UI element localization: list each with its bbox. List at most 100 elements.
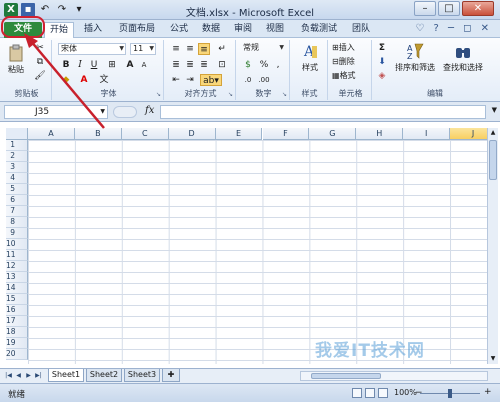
first-sheet-icon[interactable]: |◀: [4, 371, 13, 381]
font-dialog-launcher-icon[interactable]: ↘: [156, 91, 161, 98]
clear-icon[interactable]: ◈: [376, 70, 388, 82]
zoom-in-icon[interactable]: +: [484, 387, 492, 397]
select-all-button[interactable]: [6, 128, 28, 140]
next-sheet-icon[interactable]: ▶: [24, 371, 33, 381]
worksheet-grid[interactable]: ABCDEFGHIJ 1 2 3 4 5 6 7 8 9 10 11 12 13 14 15 16 17 18 19…: [6, 128, 487, 364]
help-and-window-icons[interactable]: ♡ ? ─ ◻ ✕: [415, 23, 492, 34]
font-name-combo[interactable]: 宋体 ▼: [58, 43, 126, 55]
orientation-icon[interactable]: ab▾: [200, 74, 222, 86]
middle-align-icon[interactable]: ≡: [184, 43, 196, 55]
row-header[interactable]: 20: [6, 349, 28, 360]
tab-insert[interactable]: 插入: [78, 22, 108, 38]
sheet-tab-sheet2[interactable]: Sheet2: [86, 369, 122, 382]
autosum-icon[interactable]: Σ: [376, 42, 388, 54]
zoom-slider-knob[interactable]: [448, 389, 452, 398]
decrease-decimal-icon[interactable]: .00: [258, 74, 270, 86]
insert-sheet-icon[interactable]: ✚: [162, 369, 180, 382]
tab-page-layout[interactable]: 页面布局: [112, 22, 162, 38]
phonetic-icon[interactable]: 文: [98, 74, 110, 86]
merge-center-icon[interactable]: ⊡: [216, 59, 228, 71]
find-select-button[interactable]: 查找和选择: [440, 42, 486, 73]
align-left-icon[interactable]: ≣: [170, 59, 182, 71]
increase-decimal-icon[interactable]: .0: [242, 74, 254, 86]
column-header[interactable]: H: [356, 128, 404, 140]
scroll-thumb[interactable]: [489, 140, 497, 180]
row-header[interactable]: 18: [6, 327, 28, 338]
row-header[interactable]: 4: [6, 173, 28, 184]
number-dialog-launcher-icon[interactable]: ↘: [282, 91, 287, 98]
fill-color-icon[interactable]: ◆: [60, 74, 72, 86]
horizontal-scrollbar[interactable]: [300, 371, 488, 381]
maximize-button[interactable]: □: [438, 1, 460, 16]
column-header[interactable]: G: [309, 128, 357, 140]
column-header[interactable]: B: [74, 128, 122, 140]
expand-formula-bar-icon[interactable]: ▼: [492, 106, 497, 114]
insert-function-button[interactable]: fx: [145, 105, 154, 116]
shrink-font-icon[interactable]: A: [138, 59, 150, 71]
formula-input[interactable]: [160, 105, 486, 119]
top-align-icon[interactable]: ≡: [170, 43, 182, 55]
column-header[interactable]: C: [121, 128, 169, 140]
cut-icon[interactable]: ✂: [34, 42, 46, 54]
tab-formulas[interactable]: 公式: [164, 22, 194, 38]
underline-button[interactable]: U: [88, 59, 100, 71]
page-break-view-icon[interactable]: [378, 388, 388, 398]
align-right-icon[interactable]: ≣: [198, 59, 210, 71]
tab-home[interactable]: 开始: [44, 22, 74, 38]
row-header[interactable]: 15: [6, 294, 28, 305]
scroll-up-icon[interactable]: ▲: [488, 128, 498, 138]
fill-icon[interactable]: ⬇: [376, 56, 388, 68]
tab-data[interactable]: 数据: [196, 22, 226, 38]
row-header[interactable]: 3: [6, 162, 28, 173]
formula-cancel-enter-buttons[interactable]: [113, 106, 137, 118]
row-header[interactable]: 10: [6, 239, 28, 250]
currency-icon[interactable]: $: [242, 59, 254, 71]
row-header[interactable]: 19: [6, 338, 28, 349]
increase-indent-icon[interactable]: ⇥: [184, 74, 196, 86]
prev-sheet-icon[interactable]: ◀: [14, 371, 23, 381]
horizontal-scroll-thumb[interactable]: [311, 373, 381, 379]
page-layout-view-icon[interactable]: [365, 388, 375, 398]
wrap-text-icon[interactable]: ↵: [216, 43, 228, 55]
column-header[interactable]: D: [168, 128, 216, 140]
grow-font-icon[interactable]: A: [124, 59, 136, 71]
sheet-tab-sheet1[interactable]: Sheet1: [48, 369, 84, 382]
tab-load-test[interactable]: 负载测试: [294, 22, 344, 38]
row-header[interactable]: 13: [6, 272, 28, 283]
bottom-align-icon[interactable]: ≡: [198, 43, 210, 55]
column-header[interactable]: I: [403, 128, 451, 140]
percent-icon[interactable]: %: [258, 59, 270, 71]
row-header[interactable]: 5: [6, 184, 28, 195]
tab-view[interactable]: 视图: [260, 22, 290, 38]
row-header[interactable]: 12: [6, 261, 28, 272]
paste-button[interactable]: 粘贴: [4, 44, 28, 75]
insert-cells-button[interactable]: ⊞插入: [332, 42, 355, 54]
row-header[interactable]: 6: [6, 195, 28, 206]
bold-button[interactable]: B: [60, 59, 72, 71]
row-header[interactable]: 1: [6, 140, 28, 151]
normal-view-icon[interactable]: [352, 388, 362, 398]
vertical-scrollbar[interactable]: ▲ ▼: [487, 128, 498, 364]
font-color-icon[interactable]: A: [78, 74, 90, 86]
tab-team[interactable]: 团队: [346, 22, 376, 38]
row-header[interactable]: 11: [6, 250, 28, 261]
column-header[interactable]: J: [450, 128, 487, 140]
row-header[interactable]: 17: [6, 316, 28, 327]
tab-review[interactable]: 审阅: [228, 22, 258, 38]
delete-cells-button[interactable]: ⊟删除: [332, 56, 355, 68]
minimize-button[interactable]: –: [414, 1, 436, 16]
row-header[interactable]: 14: [6, 283, 28, 294]
copy-icon[interactable]: ⧉: [34, 56, 46, 68]
alignment-dialog-launcher-icon[interactable]: ↘: [228, 91, 233, 98]
column-header[interactable]: E: [215, 128, 263, 140]
sheet-tab-sheet3[interactable]: Sheet3: [124, 369, 160, 382]
row-header[interactable]: 7: [6, 206, 28, 217]
decrease-indent-icon[interactable]: ⇤: [170, 74, 182, 86]
row-header[interactable]: 9: [6, 228, 28, 239]
close-button[interactable]: ✕: [462, 1, 494, 16]
align-center-icon[interactable]: ≣: [184, 59, 196, 71]
name-box[interactable]: J35 ▼: [4, 105, 108, 119]
row-header[interactable]: 16: [6, 305, 28, 316]
number-format-combo[interactable]: 常规 ▼: [241, 43, 285, 55]
column-header[interactable]: A: [28, 128, 75, 140]
